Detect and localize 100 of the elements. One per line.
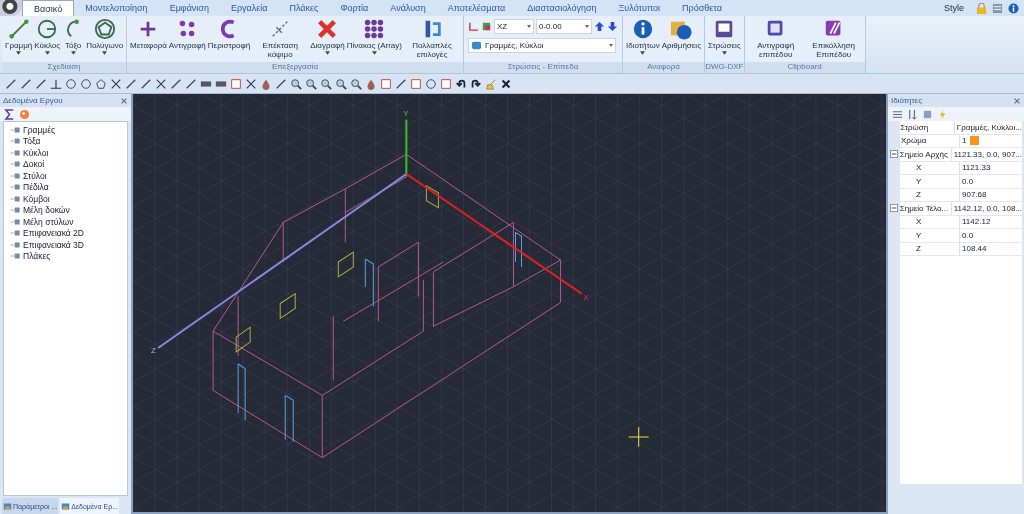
layer-icon <box>471 40 482 51</box>
property-name: Σημείο Αρχής <box>898 148 952 161</box>
tree-node-icon <box>10 251 21 262</box>
tree-item[interactable]: Γραμμές <box>10 124 127 136</box>
ribbon-tab[interactable]: Πλάκες <box>278 0 330 16</box>
tree-item[interactable]: Κύκλοι <box>10 147 127 159</box>
property-name: Y <box>900 175 960 188</box>
sigma-icon[interactable] <box>4 108 15 120</box>
tree-node-icon <box>10 159 21 170</box>
checkbox-icon[interactable] <box>409 77 423 90</box>
info-icon[interactable] <box>1008 2 1019 14</box>
perpendicular-icon[interactable] <box>49 77 63 90</box>
ribbon-tab[interactable]: Ξυλότυποι <box>607 0 672 16</box>
ribbon-tab[interactable]: Αποτελέσματα <box>436 0 517 16</box>
property-value[interactable]: 108.44 <box>962 244 987 254</box>
tree-item[interactable]: Κόμβοι <box>10 193 127 205</box>
zoom-icon[interactable] <box>304 77 318 90</box>
ribbon-button[interactable]: Αριθμήσεις <box>660 18 702 50</box>
tree-item[interactable]: Τόξα <box>10 135 127 147</box>
crosshair-cursor <box>628 426 650 448</box>
ribbon-button[interactable]: Πίνακας (Array) <box>345 18 403 55</box>
tree-item[interactable]: Μέλη δοκών <box>10 204 127 216</box>
ribbon-button[interactable]: Αντιγραφή <box>167 18 207 50</box>
layer-select[interactable]: Γραμμές, Κύκλοι <box>468 38 616 53</box>
line-icon[interactable] <box>4 77 18 90</box>
ribbon-tab[interactable]: Βασικό <box>22 0 75 16</box>
tree-item[interactable]: Πέδιλα <box>10 181 127 193</box>
color-icon[interactable] <box>481 21 492 32</box>
categorized-icon[interactable] <box>892 108 903 120</box>
ribbon-tab[interactable]: Μοντελοποίηση <box>74 0 159 16</box>
axes-icon[interactable] <box>468 21 479 32</box>
ribbon-button[interactable]: Αντιγραφή επιπέδου <box>746 18 805 59</box>
info-icon <box>631 18 654 40</box>
property-value[interactable]: 1121.33 <box>962 163 991 173</box>
property-value[interactable]: Γραμμές, Κύκλοι... <box>956 122 1022 132</box>
ribbon-tab[interactable]: Πρόσθετα <box>671 0 733 16</box>
circle-icon[interactable] <box>64 77 78 90</box>
tree-node-icon <box>10 228 21 239</box>
line-icon[interactable] <box>19 77 33 90</box>
property-value[interactable]: 1 <box>962 136 967 146</box>
ribbon-tab[interactable]: Φορτία <box>329 0 380 16</box>
property-value[interactable]: 0.0 <box>962 176 974 186</box>
panel-title: Ιδιότητες <box>891 96 922 105</box>
sort-icon[interactable] <box>907 108 918 120</box>
pentagon-icon[interactable] <box>94 77 108 90</box>
panel-tab-icon <box>61 501 71 511</box>
cross-icon[interactable] <box>109 77 123 90</box>
cross-icon[interactable] <box>244 77 258 90</box>
ribbon-tab[interactable]: Εργαλεία <box>219 0 279 16</box>
up-arrow-icon[interactable] <box>594 21 605 32</box>
tree-item[interactable]: Πλάκες <box>10 250 127 262</box>
property-value[interactable]: 1121.33, 0.0, 907... <box>953 149 1022 159</box>
tree-item[interactable]: Επιφανειακά 2D <box>10 227 127 239</box>
ribbon-button[interactable]: Πολλαπλές επιλογές <box>403 18 461 59</box>
checkbox-icon[interactable] <box>379 77 393 90</box>
group-title: Στρώσεις - Επίπεδα <box>464 62 622 73</box>
ribbon-button[interactable]: Ιδιοτήτων <box>625 18 661 55</box>
down-arrow-icon[interactable] <box>607 21 618 32</box>
ribbon-button[interactable]: Επέκταση κόψιμο <box>251 18 310 59</box>
collapse-toggle[interactable] <box>890 150 899 159</box>
ribbon-button[interactable]: Στρώσεις <box>707 18 742 55</box>
ribbon-button[interactable]: Τόξο <box>61 18 86 55</box>
tree-item[interactable]: Επιφανειακά 3D <box>10 239 127 251</box>
property-value[interactable]: 0.0 <box>962 230 974 240</box>
zoom-icon[interactable] <box>289 77 303 90</box>
group-title: Επεξεργασία <box>127 62 463 73</box>
ribbon-tab[interactable]: Εμφάνιση <box>158 0 220 16</box>
polygon-icon <box>93 18 116 40</box>
zoom-icon[interactable] <box>334 77 348 90</box>
property-value[interactable]: 1142.12 <box>962 217 991 227</box>
close-icon[interactable] <box>499 77 513 90</box>
ribbon-tab[interactable]: Ανάλυση <box>379 0 437 16</box>
ribbon-button[interactable]: Γραμμή <box>4 18 34 55</box>
cross-icon[interactable] <box>154 77 168 90</box>
property-name: Z <box>900 242 960 255</box>
ribbon-button[interactable]: Διαγραφή <box>309 18 346 55</box>
delete-icon <box>316 18 339 40</box>
level-select[interactable]: 0-0.00 <box>536 19 592 34</box>
collapse-toggle[interactable] <box>890 204 899 213</box>
app-logo-icon[interactable] <box>0 0 22 16</box>
ribbon-button[interactable]: Επικόλληση Επιπέδου <box>804 18 863 59</box>
tree-item[interactable]: Δοκοί <box>10 158 127 170</box>
undo-icon[interactable] <box>454 77 468 90</box>
ribbon-button[interactable]: Περιστροφή <box>206 18 252 50</box>
redo-icon[interactable] <box>469 77 483 90</box>
zoom-icon[interactable] <box>319 77 333 90</box>
property-value[interactable]: 1142.12, 0.0, 108... <box>953 203 1022 213</box>
ribbon-button[interactable]: Μεταφορά <box>129 18 168 50</box>
ribbon-tab[interactable]: Διαστασιολόγηση <box>516 0 608 16</box>
ribbon-button[interactable]: Κύκλος <box>33 18 62 55</box>
layout-icon[interactable] <box>992 2 1003 14</box>
tree-item[interactable]: Μέλη στύλων <box>10 216 127 228</box>
ribbon-button[interactable]: Πολύγωνο <box>85 18 125 55</box>
group-title: Αναφορά <box>623 62 704 73</box>
plane-select[interactable]: XZ <box>494 19 534 34</box>
style-menu[interactable]: Style <box>938 2 970 14</box>
zoom-icon[interactable] <box>349 77 363 90</box>
tree-item[interactable]: Στύλοι <box>10 170 127 182</box>
color-swatch[interactable] <box>970 136 980 146</box>
property-value[interactable]: 907.68 <box>962 190 987 200</box>
